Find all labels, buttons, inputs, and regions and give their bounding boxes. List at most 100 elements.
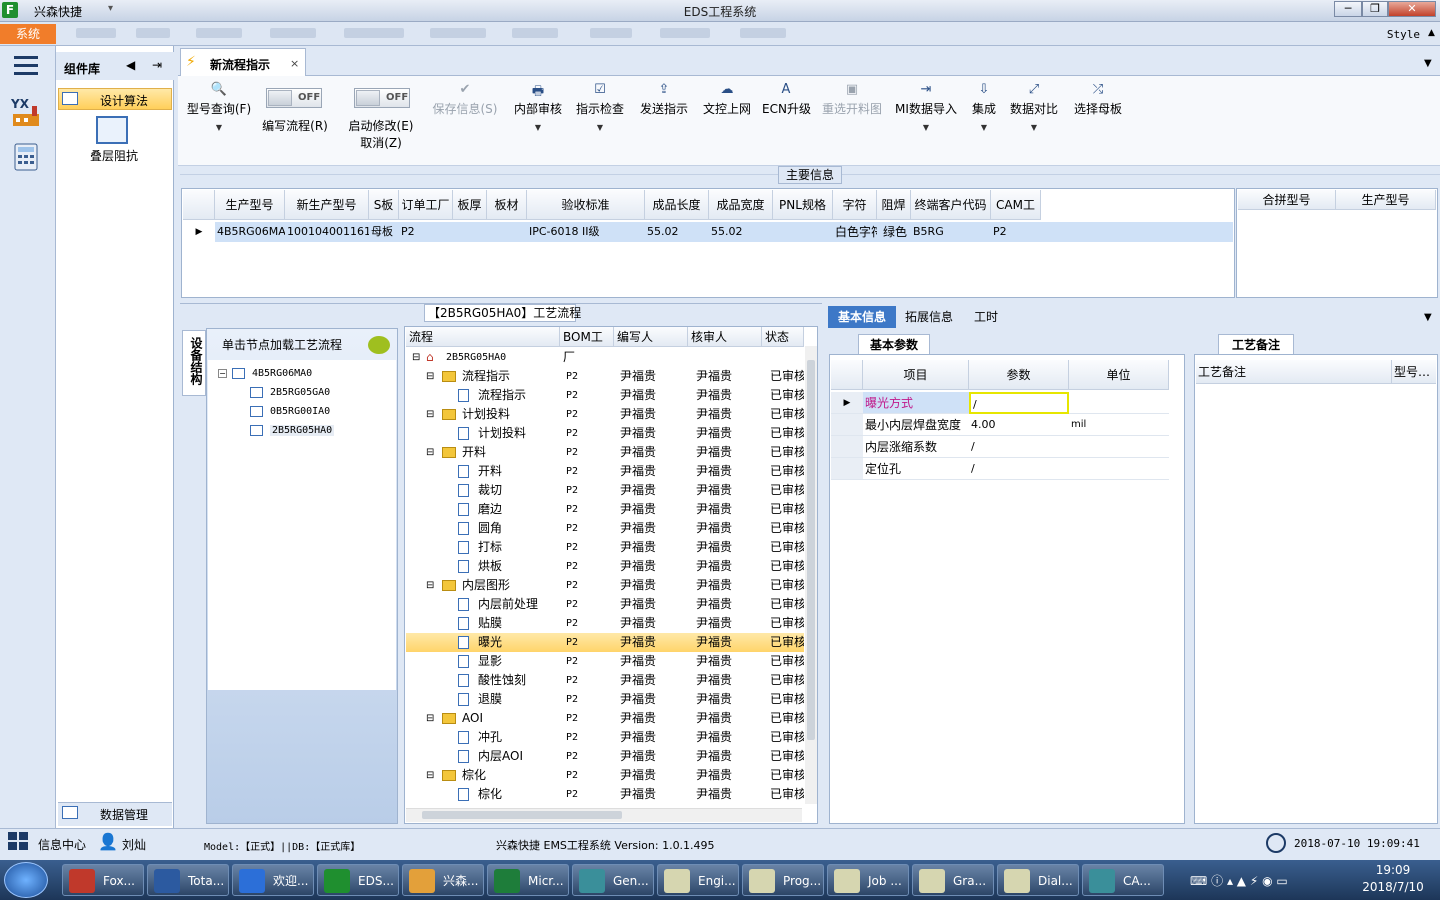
main-info-cell[interactable]: P2 — [399, 222, 453, 242]
tree-collapse-icon[interactable]: − — [218, 369, 227, 378]
ribbon-tab[interactable] — [512, 28, 558, 38]
ribbon-tab[interactable] — [590, 28, 632, 38]
tab-work-hours[interactable]: 工时 — [962, 306, 1010, 328]
ribbon-tab[interactable] — [270, 28, 316, 38]
tab-list-dropdown-icon[interactable]: ▼ — [1424, 312, 1432, 323]
save-info-button[interactable]: ✔ 保存信息(S) — [430, 82, 500, 117]
ribbon-tab[interactable] — [76, 28, 116, 38]
ribbon-tab[interactable] — [430, 28, 486, 38]
tree-node[interactable]: 0B5RG00IA0 — [270, 406, 330, 417]
tree-collapse-icon[interactable]: ⊟ — [426, 709, 434, 728]
main-info-cell[interactable]: 10010400116184 — [285, 222, 369, 242]
tree-collapse-icon[interactable]: ⊟ — [426, 367, 434, 386]
tree-node[interactable]: 2B5RG05GA0 — [270, 387, 330, 398]
taskbar-app[interactable]: Gen... — [572, 864, 654, 896]
main-info-cell[interactable]: B5RG — [911, 222, 991, 242]
calculator-icon[interactable] — [12, 142, 42, 172]
taskbar-app[interactable]: Engi... — [657, 864, 739, 896]
maximize-button[interactable]: ❐ — [1362, 1, 1388, 17]
edit-flow-toggle[interactable]: OFF — [266, 88, 322, 108]
menu-icon[interactable] — [14, 56, 38, 76]
side-tab-equipment[interactable]: 设备结构 — [182, 330, 206, 396]
vertical-scrollbar[interactable] — [805, 346, 817, 804]
mi-import-button[interactable]: ⇥ MI数据导入 ▼ — [894, 82, 958, 132]
main-info-cell[interactable] — [487, 222, 527, 242]
system-menu-button[interactable]: 系统 — [0, 24, 56, 44]
taskbar-app[interactable]: Micr... — [487, 864, 569, 896]
ribbon-tab[interactable] — [740, 28, 786, 38]
tree-collapse-icon[interactable]: ⊟ — [426, 405, 434, 424]
tree-collapse-icon[interactable]: ⊟ — [426, 766, 434, 785]
bom-factory: P2 — [566, 637, 579, 648]
instruction-check-button[interactable]: ☑ 指示检查 ▼ — [572, 82, 628, 132]
tree-collapse-icon[interactable]: ⊟ — [426, 443, 434, 462]
main-info-cell[interactable]: 55.02 — [645, 222, 709, 242]
factory-icon[interactable]: YX — [10, 96, 44, 130]
close-button[interactable]: ✕ — [1388, 1, 1436, 17]
main-info-cell[interactable]: 母板 — [369, 222, 399, 242]
main-info-cell[interactable]: 绿色 — [877, 222, 911, 242]
tab-close-button[interactable]: × — [290, 57, 299, 70]
param-value[interactable]: / — [969, 458, 1069, 480]
taskbar-app[interactable]: Prog... — [742, 864, 824, 896]
taskbar-app[interactable]: CA... — [1082, 864, 1164, 896]
reselect-cutting-button[interactable]: ▣ 重选开料图 — [820, 82, 884, 117]
data-compare-button[interactable]: ⤢ 数据对比 ▼ — [1008, 82, 1060, 132]
tray-icons[interactable]: ⌨ ⓘ ▴ ▲ ⚡ ◉ ▭ — [1190, 872, 1288, 889]
model-query-button[interactable]: 🔍 型号查询(F) ▼ — [184, 82, 254, 132]
ecn-upgrade-button[interactable]: A ECN升级 — [762, 82, 811, 117]
select-mother-board-button[interactable]: ⤮ 选择母板 — [1070, 82, 1126, 117]
integrate-button[interactable]: ⇩ 集成 ▼ — [966, 82, 1002, 132]
taskbar-app[interactable]: EDS... — [317, 864, 399, 896]
tree-node[interactable]: 4B5RG06MA0 — [252, 368, 312, 379]
ribbon-tab[interactable] — [344, 28, 404, 38]
tab-basic-info[interactable]: 基本信息 — [828, 306, 896, 328]
start-button[interactable] — [4, 862, 48, 898]
tree-node[interactable]: 2B5RG05HA0 — [270, 425, 335, 436]
ribbon-tab[interactable] — [660, 28, 710, 38]
param-value[interactable]: 4.00 — [969, 414, 1069, 436]
taskbar-app[interactable]: 欢迎... — [232, 864, 314, 896]
cancel-label[interactable]: 取消(Z) — [346, 134, 416, 151]
param-value[interactable]: / — [969, 392, 1069, 414]
ribbon-expand-icon[interactable]: ▲ — [1428, 28, 1435, 38]
stackup-impedance-label[interactable]: 叠层阻抗 — [90, 147, 138, 164]
pin-icon[interactable]: ⇥ — [152, 58, 162, 72]
stackup-icon[interactable] — [96, 116, 128, 144]
collapse-left-icon[interactable]: ◀ — [126, 58, 135, 72]
main-info-cell[interactable] — [453, 222, 487, 242]
tab-list-dropdown-icon[interactable]: ▼ — [1424, 58, 1432, 69]
start-modify-toggle[interactable]: OFF — [354, 88, 410, 108]
minimize-button[interactable]: ─ — [1334, 1, 1362, 17]
taskbar-app[interactable]: Fox... — [62, 864, 144, 896]
tab-extended-info[interactable]: 拓展信息 — [898, 306, 960, 328]
main-info-cell[interactable]: 55.02 — [709, 222, 773, 242]
main-info-cell[interactable]: 白色字符 — [833, 222, 877, 242]
ribbon-tab[interactable] — [196, 28, 242, 38]
taskbar-app[interactable]: Job ... — [827, 864, 909, 896]
ribbon-tab[interactable] — [136, 28, 170, 38]
style-menu[interactable]: Style — [1387, 28, 1420, 41]
windows-grid-icon[interactable] — [8, 832, 30, 852]
main-info-cell[interactable]: IPC-6018 II级 — [527, 222, 645, 242]
doc-upload-button[interactable]: ☁ 文控上网 — [700, 82, 754, 117]
main-info-cell[interactable] — [773, 222, 833, 242]
taskbar-app[interactable]: Dial... — [997, 864, 1079, 896]
process-note-tab[interactable]: 工艺备注 — [1218, 334, 1294, 354]
flow-step-name: 圆角 — [478, 521, 503, 535]
internal-review-button[interactable]: 🖶 内部审核 ▼ — [510, 82, 566, 132]
chat-bubble-icon — [368, 336, 390, 354]
taskbar-app[interactable]: Tota... — [147, 864, 229, 896]
info-center-label[interactable]: 信息中心 — [38, 836, 86, 853]
flow-root[interactable]: 2B5RG05HA0 — [446, 348, 506, 367]
main-info-cell[interactable]: P2 — [991, 222, 1041, 242]
basic-params-tab[interactable]: 基本参数 — [858, 334, 930, 354]
send-instruction-button[interactable]: ⇪ 发送指示 — [636, 82, 692, 117]
tree-collapse-icon[interactable]: ⊟ — [426, 576, 434, 595]
main-info-cell[interactable]: 4B5RG06MA0 — [215, 222, 285, 242]
param-value[interactable]: / — [969, 436, 1069, 458]
taskbar-clock[interactable]: 19:09 2018/7/10 — [1350, 862, 1436, 896]
taskbar-app[interactable]: 兴森... — [402, 864, 484, 896]
horizontal-scrollbar[interactable] — [406, 808, 802, 822]
taskbar-app[interactable]: Gra... — [912, 864, 994, 896]
